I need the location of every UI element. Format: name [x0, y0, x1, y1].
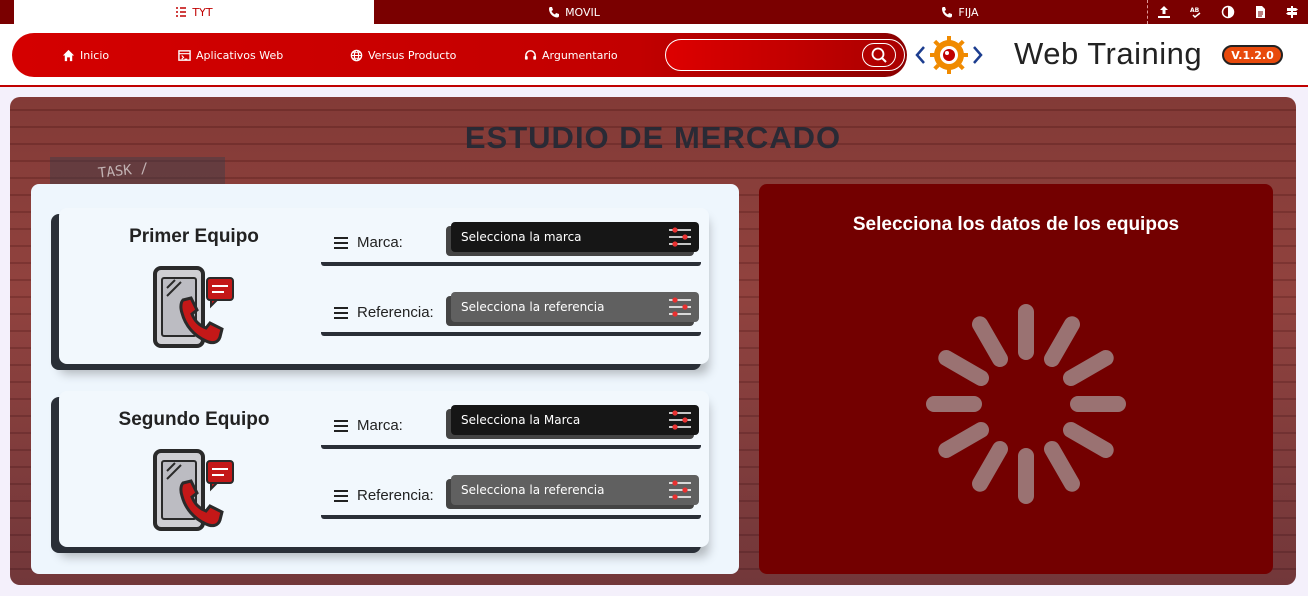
- field-label: Marca:: [333, 234, 403, 251]
- referencia-field: Referencia: Selecciona la referencia: [321, 290, 701, 336]
- signpost-button[interactable]: [1276, 0, 1308, 24]
- window-icon: [178, 49, 191, 61]
- card-title: Primer Equipo: [129, 226, 259, 247]
- tab-label: FIJA: [958, 5, 979, 19]
- marca-label: Marca:: [357, 234, 403, 251]
- headset-icon: [524, 49, 537, 60]
- field-label: Marca:: [333, 417, 403, 434]
- tab-label: TYT: [192, 5, 213, 19]
- select-value: Selecciona la Marca: [461, 413, 581, 427]
- filter-sliders-icon: [669, 480, 691, 500]
- nav-label: Argumentario: [542, 48, 618, 62]
- referencia-field: Referencia: Selecciona la referencia: [321, 473, 701, 519]
- referencia-label: Referencia:: [357, 487, 434, 504]
- nav-label: Versus Producto: [368, 48, 457, 62]
- background-task-text: TASK /: [97, 160, 150, 182]
- top-tab-bar: TYT MOVIL FIJA AB: [0, 0, 1308, 24]
- marca-select[interactable]: Selecciona la Marca: [451, 405, 699, 435]
- filter-sliders-icon: [669, 227, 691, 247]
- first-device-card: Primer Equipo Marca: Selecciona la marca: [59, 208, 709, 364]
- phone-call-icon: [153, 449, 234, 531]
- market-study-section: TASK / ESTUDIO DE MERCADO Primer Equipo …: [10, 97, 1296, 585]
- upload-button[interactable]: [1148, 0, 1180, 24]
- search-box: [665, 39, 905, 71]
- nav-item-argumentario[interactable]: Argumentario: [524, 33, 618, 77]
- document-button[interactable]: [1244, 0, 1276, 24]
- phone-call-icon: [153, 266, 234, 348]
- select-value: Selecciona la marca: [461, 230, 582, 244]
- page-title: ESTUDIO DE MERCADO: [464, 120, 842, 155]
- nav-item-aplicativos-web[interactable]: Aplicativos Web: [178, 33, 283, 77]
- spinner-spoke: [1063, 422, 1114, 458]
- accessibility-toolbar: AB: [1147, 0, 1308, 24]
- contrast-button[interactable]: [1212, 0, 1244, 24]
- svg-text:AB: AB: [1190, 7, 1200, 14]
- referencia-select[interactable]: Selecciona la referencia: [451, 292, 699, 322]
- referencia-label: Referencia:: [357, 304, 434, 321]
- spinner-spoke: [938, 422, 989, 458]
- spinner-spoke: [1063, 350, 1114, 386]
- main-nav: Inicio Aplicativos Web Versus Producto A…: [12, 33, 907, 77]
- second-device-card: Segundo Equipo Marca: Selecciona la Marc…: [59, 391, 709, 547]
- search-input[interactable]: [676, 46, 856, 64]
- tab-movil[interactable]: MOVIL: [374, 0, 774, 24]
- globe-icon: [350, 49, 363, 61]
- document-icon: [1256, 6, 1265, 18]
- spinner-spoke: [938, 350, 989, 386]
- nav-item-inicio[interactable]: Inicio: [62, 33, 109, 77]
- card-title: Segundo Equipo: [118, 409, 270, 430]
- search-icon: [871, 47, 887, 63]
- spellcheck-icon: AB: [1190, 7, 1201, 19]
- marca-field: Marca: Selecciona la marca: [321, 220, 701, 266]
- select-value: Selecciona la referencia: [461, 300, 605, 314]
- marca-select[interactable]: Selecciona la marca: [451, 222, 699, 252]
- signpost-icon: [1286, 6, 1298, 18]
- phone-icon: [549, 7, 560, 18]
- marca-field: Marca: Selecciona la Marca: [321, 403, 701, 449]
- tab-tyt[interactable]: TYT: [14, 0, 374, 24]
- field-label: Referencia:: [333, 487, 434, 504]
- marca-label: Marca:: [357, 417, 403, 434]
- search-button[interactable]: [862, 43, 896, 67]
- list-check-icon: [176, 7, 187, 17]
- spellcheck-button[interactable]: AB: [1180, 0, 1212, 24]
- spinner-spoke: [1044, 441, 1080, 492]
- brand-title: Web Training: [1014, 36, 1203, 71]
- home-icon: [62, 49, 75, 61]
- tab-fija[interactable]: FIJA: [774, 0, 1146, 24]
- menu-icon: [334, 236, 348, 249]
- spinner-spoke: [972, 316, 1008, 367]
- contrast-icon: [1221, 5, 1235, 19]
- referencia-select[interactable]: Selecciona la referencia: [451, 475, 699, 505]
- nav-label: Aplicativos Web: [196, 48, 284, 62]
- nav-label: Inicio: [80, 48, 110, 62]
- filter-sliders-icon: [669, 297, 691, 317]
- result-title: Selecciona los datos de los equipos: [852, 214, 1180, 235]
- field-label: Referencia:: [333, 304, 434, 321]
- tab-label: MOVIL: [565, 5, 600, 19]
- comparison-result-panel: Selecciona los datos de los equipos: [759, 184, 1273, 574]
- upload-icon: [1158, 6, 1170, 18]
- filter-sliders-icon: [669, 410, 691, 430]
- phone-icon: [942, 7, 953, 18]
- spinner-spoke: [1044, 316, 1080, 367]
- spinner-spoke: [972, 441, 1008, 492]
- menu-icon: [334, 306, 348, 319]
- nav-item-versus-producto[interactable]: Versus Producto: [350, 33, 456, 77]
- device-selection-panel: Primer Equipo Marca: Selecciona la marca: [31, 184, 739, 574]
- version-badge: V.1.2.0: [1222, 45, 1283, 65]
- menu-icon: [334, 489, 348, 502]
- select-value: Selecciona la referencia: [461, 483, 605, 497]
- header: Inicio Aplicativos Web Versus Producto A…: [0, 24, 1308, 87]
- web-training-logo: [915, 36, 983, 74]
- menu-icon: [334, 419, 348, 432]
- loading-spinner-icon: [926, 304, 1126, 504]
